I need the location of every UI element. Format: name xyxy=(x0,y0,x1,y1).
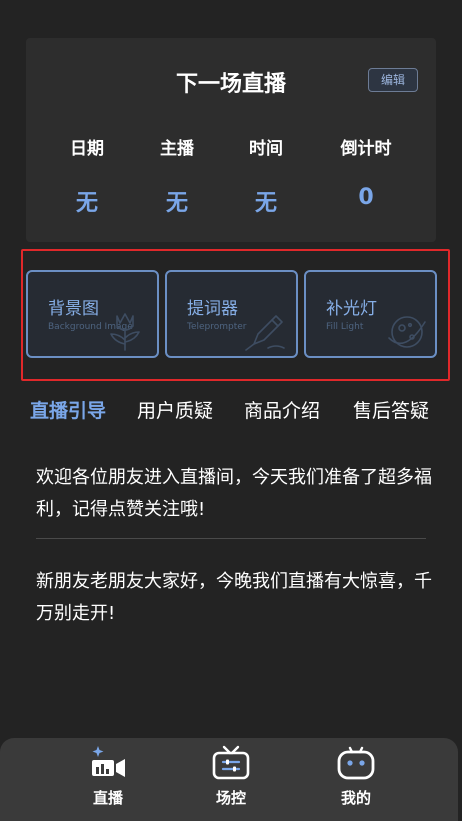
script-item[interactable]: 欢迎各位朋友进入直播间，今天我们准备了超多福利，记得点赞关注哦! xyxy=(36,462,432,526)
divider xyxy=(36,538,426,539)
app-screen: 下一场直播 编辑 日期 无 主播 无 时间 无 倒计时 0 背景图 Backgr… xyxy=(0,0,462,821)
tile-subtitle: Fill Light xyxy=(326,322,364,332)
robot-face-icon xyxy=(337,746,375,780)
tab-after-sales[interactable]: 售后答疑 xyxy=(353,396,429,423)
tile-fill-light[interactable]: 补光灯 Fill Light xyxy=(304,270,437,358)
tile-title: 背景图 xyxy=(48,299,99,319)
stat-value: 0 xyxy=(358,185,374,210)
stat-value: 无 xyxy=(254,191,277,216)
nav-item-control[interactable]: 场控 xyxy=(191,744,271,808)
planet-icon xyxy=(388,316,426,348)
stat-label: 日期 xyxy=(70,139,104,159)
nav-item-me[interactable]: 我的 xyxy=(316,744,396,808)
tile-title: 补光灯 xyxy=(326,299,377,319)
nav-label: 场控 xyxy=(215,789,246,807)
edit-button[interactable]: 编辑 xyxy=(368,68,418,92)
nav-label: 我的 xyxy=(340,789,371,807)
stat-label: 时间 xyxy=(249,139,283,159)
bottom-nav: 直播 场控 我的 xyxy=(0,738,458,821)
stat-label: 倒计时 xyxy=(340,139,392,159)
live-camera-icon xyxy=(92,746,125,777)
tab-user-doubts[interactable]: 用户质疑 xyxy=(137,396,213,423)
stat-countdown: 倒计时 0 xyxy=(321,134,411,210)
next-live-card: 下一场直播 编辑 日期 无 主播 无 时间 无 倒计时 0 xyxy=(26,38,436,242)
tab-product-intro[interactable]: 商品介绍 xyxy=(244,396,320,423)
tile-subtitle: Teleprompter xyxy=(187,322,247,332)
stat-host: 主播 无 xyxy=(132,134,222,217)
script-item[interactable]: 新朋友老朋友大家好，今晚我们直播有大惊喜，千万别走开! xyxy=(36,566,432,630)
nav-item-live[interactable]: 直播 xyxy=(68,744,148,808)
stat-date: 日期 无 xyxy=(42,134,132,217)
pen-icon xyxy=(245,315,285,351)
stat-value: 无 xyxy=(75,191,98,216)
tulip-icon xyxy=(110,313,140,351)
tv-control-icon xyxy=(212,745,250,780)
stat-value: 无 xyxy=(165,191,188,216)
stat-time: 时间 无 xyxy=(221,134,311,217)
tile-title: 提词器 xyxy=(187,299,238,319)
stat-label: 主播 xyxy=(160,139,194,159)
tile-background-image[interactable]: 背景图 Background Image xyxy=(26,270,159,358)
tab-live-guide[interactable]: 直播引导 xyxy=(30,396,106,423)
nav-label: 直播 xyxy=(92,789,123,807)
tile-teleprompter[interactable]: 提词器 Teleprompter xyxy=(165,270,298,358)
